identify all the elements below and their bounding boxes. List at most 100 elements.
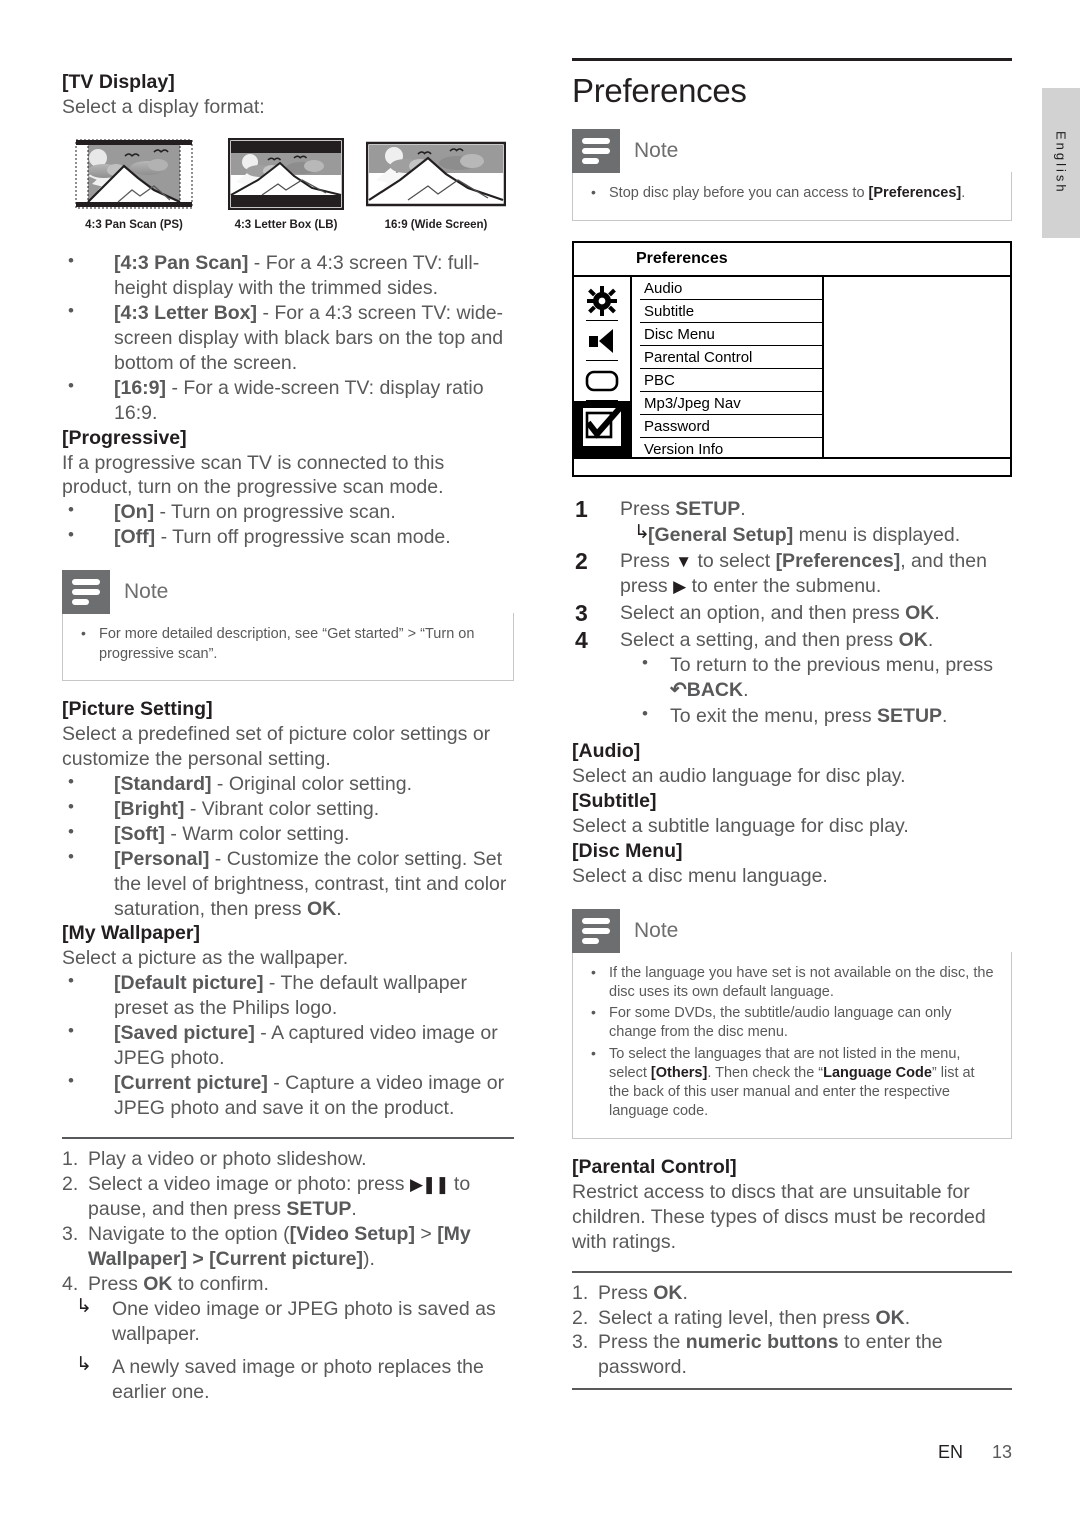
divider-parental-steps-end (572, 1388, 1012, 1391)
note-item: If the language you have set is not avai… (587, 963, 997, 1003)
step-text: Press (88, 1272, 144, 1295)
note-body: For more detailed description, see “Get … (62, 613, 514, 681)
step1-result-text: menu is displayed. (793, 523, 961, 546)
option-term: [Current picture] (114, 1072, 268, 1095)
note-bold-others: [Others] (650, 1064, 708, 1081)
option-term: [Personal] (114, 847, 210, 870)
option-term: [4:3 Letter Box] (114, 301, 258, 324)
osd-row-mp3-jpeg-nav[interactable]: Mp3/Jpeg Nav (640, 392, 822, 415)
thumbnail-wide-screen: 16:9 (Wide Screen) (366, 138, 506, 231)
page-footer: EN 13 (0, 1442, 1080, 1463)
osd-row-pbc[interactable]: PBC (640, 369, 822, 392)
list-item: Press SETUP. [General Setup] menu is dis… (572, 495, 1012, 548)
osd-row-subtitle[interactable]: Subtitle (640, 300, 822, 323)
step-text: Select a setting, and then press (620, 629, 899, 652)
step-bold: numeric buttons (685, 1331, 839, 1354)
picture-setting-intro: Select a predefined set of picture color… (62, 722, 491, 770)
progressive-intro: If a progressive scan TV is connected to… (62, 451, 445, 499)
option-term: [16:9] (114, 376, 167, 399)
right-arrow-icon: ▶ (673, 577, 687, 597)
bullet-text-a: To return to the previous menu, press (670, 654, 993, 677)
step-text: Select a rating level, then press (598, 1306, 876, 1329)
back-arrow-icon: ↶ (670, 679, 687, 702)
list-item: Select an option, and then press OK. (572, 599, 1012, 628)
down-arrow-icon: ▼ (675, 552, 693, 572)
step-bold: OK (143, 1272, 173, 1295)
osd-row-password[interactable]: Password (640, 415, 822, 438)
step-bold: SETUP (286, 1198, 352, 1221)
step-bold: OK (653, 1281, 683, 1304)
page-title: Preferences (572, 72, 747, 109)
note-title: Note (634, 139, 679, 163)
letter-box-caption: 4:3 Letter Box (LB) (234, 218, 338, 231)
osd-main: Audio Subtitle Disc Menu Parental Contro… (573, 276, 1010, 460)
speaker-icon[interactable] (580, 321, 624, 361)
step-bold: SETUP (675, 497, 741, 520)
list-item: [Default picture] - The default wallpape… (62, 970, 514, 1021)
list-item: [Current picture] - Capture a video imag… (62, 1070, 514, 1121)
step-text: Navigate to the option ( (88, 1222, 290, 1245)
list-item: Select a rating level, then press OK. (572, 1306, 1012, 1331)
option-desc: - Turn on progressive scan. (154, 501, 396, 524)
step-text-c: ). (363, 1247, 375, 1270)
osd-option-list: Audio Subtitle Disc Menu Parental Contro… (632, 276, 824, 460)
parental-control-steps: Press OK. Select a rating level, then pr… (572, 1281, 1012, 1381)
note-text-c: . Then check the “ (707, 1064, 824, 1081)
checkbox-check-icon[interactable] (573, 400, 631, 457)
step1-result: [General Setup] menu is displayed. (620, 521, 1012, 548)
letter-box-graphic (228, 137, 344, 210)
bullet-text-b: . (743, 679, 749, 702)
step-bold: OK (875, 1306, 905, 1329)
wallpaper-result-2: A newly saved image or photo replaces th… (62, 1353, 514, 1405)
note-item: Stop disc play before you can access to … (587, 183, 997, 203)
osd-row-audio[interactable]: Audio (640, 277, 822, 300)
step-bold: OK (905, 602, 935, 625)
list-item: [Standard] - Original color setting. (62, 771, 514, 797)
note-title: Note (124, 580, 169, 604)
right-column: Preferences Note Stop disc play before y… (572, 58, 1012, 1391)
list-item: Play a video or photo slideshow. (62, 1147, 514, 1172)
pan-scan-caption: 4:3 Pan Scan (PS) (85, 218, 183, 231)
step-bold: [Preferences] (775, 550, 901, 573)
preferences-steps: Press SETUP. [General Setup] menu is dis… (572, 495, 1012, 729)
preferences-osd-screenshot: Preferences Audio Subtitle Disc Menu Par… (572, 240, 1012, 477)
note-header: Note (572, 908, 1012, 953)
osd-icon-column (573, 276, 632, 457)
thumbnail-letter-box: 4:3 Letter Box (LB) (228, 137, 344, 231)
audio-body: Select an audio language for disc play. (572, 764, 906, 787)
list-item: [On] - Turn on progressive scan. (62, 499, 514, 525)
rounded-rect-icon[interactable] (580, 361, 624, 401)
step-text: Select an option, and then press (620, 602, 906, 625)
wallpaper-procedure: Play a video or photo slideshow. Select … (62, 1147, 514, 1297)
footer-page-number: 13 (991, 1442, 1012, 1462)
osd-row-version-info[interactable]: Version Info (640, 438, 822, 460)
note-text-bold: [Preferences] (868, 185, 962, 202)
osd-row-disc-menu[interactable]: Disc Menu (640, 323, 822, 346)
note-item: For some DVDs, the subtitle/audio langua… (587, 1003, 997, 1043)
step-text-d: to enter the submenu. (686, 575, 882, 598)
step-text: Press (620, 550, 676, 573)
step-bold: OK (898, 629, 928, 652)
option-term: [On] (114, 501, 155, 524)
wide-screen-graphic (366, 141, 506, 207)
my-wallpaper-heading: [My Wallpaper] (62, 922, 200, 945)
play-pause-icon: ▶❚❚ (409, 1175, 450, 1195)
step-text: Press (598, 1281, 654, 1304)
step-text-c: . (351, 1198, 357, 1221)
note-header: Note (572, 129, 1012, 174)
list-item: [Saved picture] - A captured video image… (62, 1020, 514, 1071)
gear-icon[interactable] (580, 281, 624, 321)
list-item: [Off] - Turn off progressive scan mode. (62, 524, 514, 550)
option-desc: - Original color setting. (211, 772, 412, 795)
wallpaper-result-1: One video image or JPEG photo is saved a… (62, 1295, 514, 1347)
parental-control-body: Restrict access to discs that are unsuit… (572, 1180, 986, 1253)
title-rule (572, 58, 1012, 61)
list-item: Press the numeric buttons to enter the p… (572, 1330, 1012, 1380)
list-item: Press OK. (572, 1281, 1012, 1306)
option-term: [Bright] (114, 797, 185, 820)
list-item: [4:3 Pan Scan] - For a 4:3 screen TV: fu… (62, 250, 514, 301)
step-text-b: . (927, 629, 934, 652)
picture-setting-heading: [Picture Setting] (62, 697, 213, 720)
step-text-b: > (414, 1222, 438, 1245)
osd-row-parental-control[interactable]: Parental Control (640, 346, 822, 369)
